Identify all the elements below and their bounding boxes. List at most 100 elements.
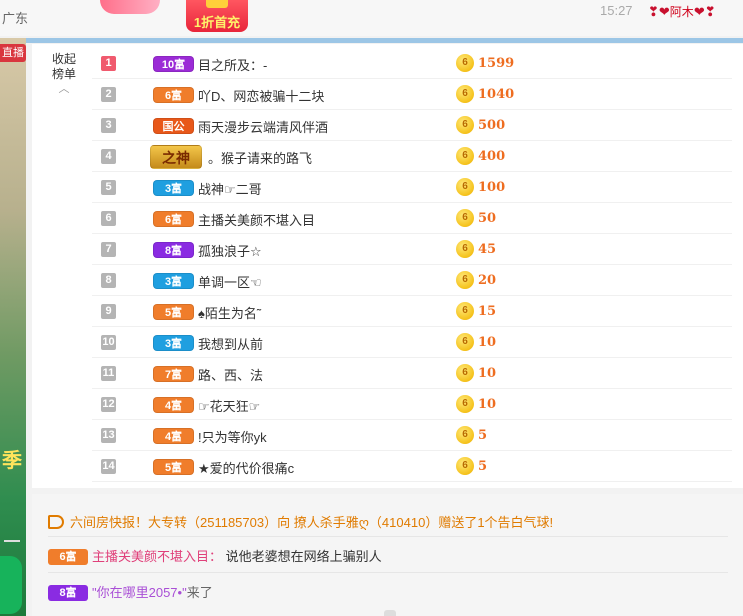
wealth-badge: 6富	[153, 211, 194, 227]
user-name[interactable]: 战神☞二哥	[198, 179, 262, 198]
wealth-badge: 5富	[153, 304, 194, 320]
coin-icon: 6	[456, 426, 474, 444]
user-name[interactable]: 目之所及：-	[198, 55, 267, 74]
wealth-badge: 5富	[153, 459, 194, 475]
gift-icon	[206, 0, 228, 8]
collapse-label-2: 榜单	[51, 67, 76, 81]
coin-amount: 500	[478, 118, 506, 133]
rank-number: 8	[101, 273, 116, 288]
wealth-badge: 6富	[48, 549, 88, 565]
user-name-tag[interactable]: ❣❤阿木❤❣	[648, 3, 716, 20]
wealth-badge: 3富	[153, 180, 194, 196]
promo-decoration	[100, 0, 160, 14]
wealth-badge: 3富	[153, 273, 194, 289]
ranking-row[interactable]: 6 6富 主播关美颜不堪入目 6 50	[92, 203, 732, 234]
heart-icon: ❤❣	[693, 4, 716, 19]
wealth-badge: 10富	[153, 56, 194, 72]
ranking-row[interactable]: 13 4富 !只为等你yk 6 5	[92, 420, 732, 451]
broadcast-message[interactable]: 六间房快报！大专转（251185703）向 撩人杀手雅ღ（410410）赠送了1…	[48, 512, 553, 531]
chat-nick[interactable]: 主播关美颜不堪入目：	[92, 549, 222, 564]
rank-number: 7	[101, 242, 116, 257]
coin-amount: 20	[478, 273, 497, 288]
top-bar: 广东 1折首充 15:27 ❣❤阿木❤❣	[0, 0, 743, 36]
coin-amount: 400	[478, 149, 506, 164]
ranking-row[interactable]: 12 4富 ☞花天狂☞ 6 10	[92, 389, 732, 420]
live-tag: 直播	[0, 44, 26, 62]
wealth-badge: 之神	[150, 145, 202, 169]
user-name[interactable]: 吖D、网恋被骗十二块	[198, 86, 324, 105]
user-name[interactable]: 孤独浪子☆	[198, 241, 262, 260]
enter-text: 来了	[186, 585, 213, 600]
chat-text: 说他老婆想在网络上骗别人	[225, 549, 382, 564]
user-name[interactable]: 单调一区☜	[198, 272, 262, 291]
ranking-list: 1 10富 目之所及：- 6 1599 2 6富 吖D、网恋被骗十二块 6 1040 3 国公 雨天漫步…	[92, 48, 732, 482]
rank-number: 10	[101, 335, 116, 350]
rank-number: 12	[101, 397, 116, 412]
coin-amount: 1040	[478, 87, 515, 102]
scroll-handle[interactable]	[384, 610, 396, 616]
user-name[interactable]: 。猴子请来的路飞	[208, 148, 312, 167]
ranking-row[interactable]: 4 之神 。猴子请来的路飞 6 400	[92, 141, 732, 172]
ranking-row[interactable]: 7 8富 孤独浪子☆ 6 45	[92, 234, 732, 265]
collapse-ranking-button[interactable]: 收起 榜单 ︿	[44, 52, 84, 95]
coin-icon: 6	[456, 85, 474, 103]
coin-amount: 100	[478, 180, 506, 195]
coin-icon: 6	[456, 333, 474, 351]
coin-amount: 10	[478, 366, 497, 381]
chevron-up-icon: ︿	[58, 83, 70, 95]
ranking-row[interactable]: 2 6富 吖D、网恋被骗十二块 6 1040	[92, 79, 732, 110]
coin-amount: 5	[478, 459, 488, 474]
ranking-row[interactable]: 14 5富 ★爱的代价很痛c 6 5	[92, 451, 732, 482]
rank-number: 6	[101, 211, 116, 226]
rank-number: 2	[101, 87, 116, 102]
coin-amount: 1599	[478, 56, 515, 71]
enter-message: 8富 "你在哪里2057•"来了	[48, 582, 213, 601]
wealth-badge: 4富	[153, 397, 194, 413]
enter-nick[interactable]: "你在哪里2057•"	[92, 585, 187, 600]
ranking-row[interactable]: 8 3富 单调一区☜ 6 20	[92, 265, 732, 296]
coin-icon: 6	[456, 240, 474, 258]
user-name[interactable]: ☞花天狂☞	[198, 396, 260, 415]
wealth-badge: 3富	[153, 335, 194, 351]
rank-number: 9	[101, 304, 116, 319]
ranking-row[interactable]: 10 3富 我想到从前 6 10	[92, 327, 732, 358]
user-name: 阿木	[669, 5, 694, 19]
coin-icon: 6	[456, 395, 474, 413]
rank-number: 4	[101, 149, 116, 164]
wealth-badge: 8富	[48, 585, 88, 601]
first-recharge-promo-button[interactable]: 1折首充	[186, 0, 248, 32]
rank-number: 1	[101, 56, 116, 71]
user-name[interactable]: 主播关美颜不堪入目	[198, 210, 315, 229]
clock-time: 15:27	[600, 3, 633, 18]
rank-number: 13	[101, 428, 116, 443]
wealth-badge: 8富	[153, 242, 194, 258]
ranking-row[interactable]: 3 国公 雨天漫步云端清风伴酒 6 500	[92, 110, 732, 141]
coin-amount: 10	[478, 397, 497, 412]
ranking-row[interactable]: 11 7富 路、西、法 6 10	[92, 358, 732, 389]
banner-char: 季	[2, 450, 22, 472]
rank-number: 3	[101, 118, 116, 133]
wealth-badge: 国公	[153, 118, 194, 134]
message-area: 六间房快报！大专转（251185703）向 撩人杀手雅ღ（410410）赠送了1…	[32, 494, 743, 616]
rank-number: 14	[101, 459, 116, 474]
coin-icon: 6	[456, 364, 474, 382]
megaphone-icon	[48, 515, 64, 529]
user-name[interactable]: 路、西、法	[198, 365, 263, 384]
user-name[interactable]: ♠陌生为名˜	[198, 303, 261, 322]
ranking-row[interactable]: 5 3富 战神☞二哥 6 100	[92, 172, 732, 203]
wealth-badge: 7富	[153, 366, 194, 382]
user-name[interactable]: !只为等你yk	[198, 427, 267, 446]
ranking-row[interactable]: 1 10富 目之所及：- 6 1599	[92, 48, 732, 79]
coin-amount: 50	[478, 211, 497, 226]
ranking-row[interactable]: 9 5富 ♠陌生为名˜ 6 15	[92, 296, 732, 327]
user-name[interactable]: 雨天漫步云端清风伴酒	[198, 117, 328, 136]
promo-label: 1折首充	[193, 15, 241, 30]
user-name[interactable]: ★爱的代价很痛c	[198, 458, 294, 477]
live-room-preview[interactable]	[0, 38, 26, 616]
coin-amount: 45	[478, 242, 497, 257]
sidebar-action-button[interactable]	[0, 556, 22, 614]
user-name[interactable]: 我想到从前	[198, 334, 263, 353]
coin-icon: 6	[456, 302, 474, 320]
coin-icon: 6	[456, 116, 474, 134]
coin-icon: 6	[456, 54, 474, 72]
